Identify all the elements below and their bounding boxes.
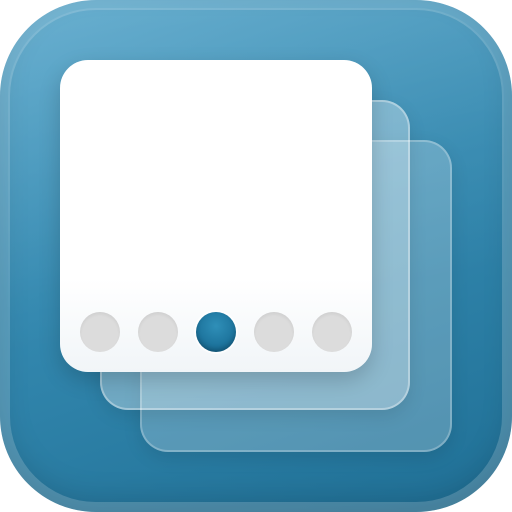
page-dot-5 [312,312,352,352]
app-icon-tile [0,0,512,512]
page-dot-3 [196,312,236,352]
page-indicator [80,312,352,352]
page-dot-1 [80,312,120,352]
page-dot-2 [138,312,178,352]
page-dot-4 [254,312,294,352]
